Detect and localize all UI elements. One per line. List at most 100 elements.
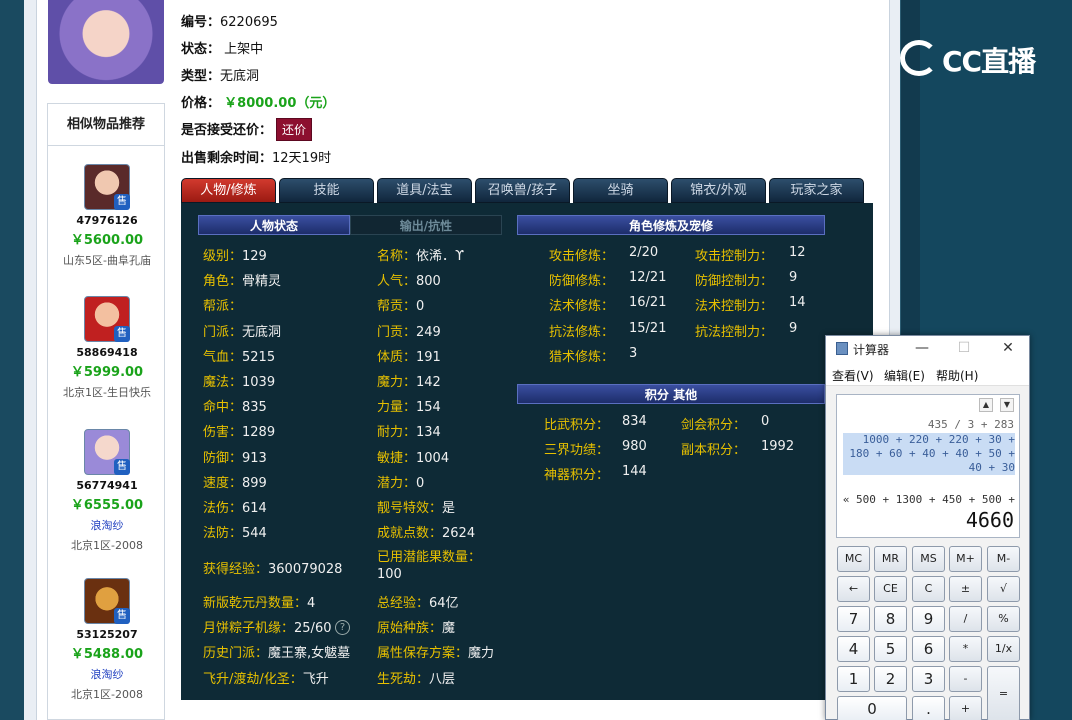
stat-row: 属性保存方案：魔力 bbox=[377, 642, 494, 661]
calc-key-mr[interactable]: MR bbox=[874, 546, 907, 572]
similar-item-thumbnail[interactable]: 售 bbox=[84, 164, 130, 210]
stat-row: 帮贡：0 bbox=[377, 295, 424, 314]
calc-key-9[interactable]: 9 bbox=[912, 606, 945, 632]
calc-key-clear[interactable]: C bbox=[912, 576, 945, 602]
stat-value: 64亿 bbox=[429, 596, 459, 611]
sale-badge: 售 bbox=[114, 608, 130, 624]
counter-offer-button[interactable]: 还价 bbox=[276, 118, 313, 141]
menu-view[interactable]: 查看(V) bbox=[832, 367, 874, 384]
help-icon[interactable]: ? bbox=[335, 620, 350, 635]
calc-key-4[interactable]: 4 bbox=[837, 636, 870, 662]
calc-key-7[interactable]: 7 bbox=[837, 606, 870, 632]
history-line: 435 / 3 + 283 bbox=[927, 418, 1014, 431]
stat-value: 249 bbox=[416, 324, 441, 340]
calc-key-5[interactable]: 5 bbox=[874, 636, 907, 662]
stat-row: 靓号特效：是 bbox=[377, 497, 455, 516]
close-button[interactable]: ✕ bbox=[996, 338, 1020, 358]
similar-item[interactable]: 售 58869418 ￥5999.00 北京1区-生日快乐 bbox=[48, 296, 166, 400]
similar-item[interactable]: 售 47976126 ￥5600.00 山东5区-曲阜孔庙 bbox=[48, 164, 166, 268]
tab-character[interactable]: 人物/修炼 bbox=[181, 178, 276, 203]
calc-key-divide[interactable]: / bbox=[949, 606, 982, 632]
similar-item-thumbnail[interactable]: 售 bbox=[84, 429, 130, 475]
calc-key-minus[interactable]: - bbox=[949, 666, 982, 692]
stat-row: 名称：依浠．ϒ bbox=[377, 245, 464, 264]
stat-row: 神器积分： 144 bbox=[544, 464, 647, 483]
stat-value: 魔 bbox=[442, 621, 456, 637]
stat-value: 依浠．ϒ bbox=[416, 249, 465, 264]
tab-mounts[interactable]: 坐骑 bbox=[573, 178, 668, 203]
stat-value: 1039 bbox=[242, 375, 276, 390]
stat-label: 级别： bbox=[203, 249, 243, 264]
stat-value: 1992 bbox=[761, 439, 795, 455]
stat-label: 靓号特效： bbox=[377, 501, 443, 516]
similar-item[interactable]: 售 53125207 ￥5488.00 浪淘纱 北京1区-2008 bbox=[48, 578, 166, 702]
stat-label: 攻击修炼： bbox=[549, 249, 615, 264]
stat-row: 门派：无底洞 bbox=[203, 321, 281, 340]
history-down-icon[interactable]: ▼ bbox=[1000, 398, 1014, 412]
stat-value: 800 bbox=[416, 274, 441, 290]
calc-key-reciprocal[interactable]: 1/x bbox=[987, 636, 1020, 662]
seller-name[interactable]: 浪淘纱 bbox=[48, 517, 166, 533]
resist-subtab[interactable]: 输出/抗性 bbox=[350, 215, 502, 235]
calc-key-backspace[interactable]: ← bbox=[837, 576, 870, 602]
tab-items[interactable]: 道具/法宝 bbox=[377, 178, 472, 203]
calc-key-1[interactable]: 1 bbox=[837, 666, 870, 692]
calc-key-3[interactable]: 3 bbox=[912, 666, 945, 692]
calculator-title: 计算器 bbox=[853, 343, 890, 357]
stat-value: 5215 bbox=[242, 349, 276, 365]
menu-help[interactable]: 帮助(H) bbox=[936, 367, 978, 384]
tab-outfits[interactable]: 锦衣/外观 bbox=[671, 178, 766, 203]
tab-skills[interactable]: 技能 bbox=[279, 178, 374, 203]
sale-badge: 售 bbox=[114, 459, 130, 475]
calc-key-plus-minus[interactable]: ± bbox=[949, 576, 982, 602]
stat-value: 骨精灵 bbox=[242, 274, 282, 290]
stat-label: 体质： bbox=[377, 349, 417, 365]
stat-label: 速度： bbox=[203, 475, 243, 491]
calc-key-m-minus[interactable]: M- bbox=[987, 546, 1020, 572]
stat-value: 835 bbox=[242, 400, 267, 416]
seller-name[interactable]: 浪淘纱 bbox=[48, 666, 166, 682]
calc-key-6[interactable]: 6 bbox=[912, 636, 945, 662]
calc-key-sqrt[interactable]: √ bbox=[987, 576, 1020, 602]
stat-label: 耐力： bbox=[377, 425, 417, 441]
stat-value: 无底洞 bbox=[242, 324, 282, 340]
similar-item-thumbnail[interactable]: 售 bbox=[84, 578, 130, 624]
calc-key-0[interactable]: 0 bbox=[837, 696, 907, 720]
calc-key-percent[interactable]: % bbox=[987, 606, 1020, 632]
minimize-button[interactable]: — bbox=[910, 338, 934, 358]
calc-key-ms[interactable]: MS bbox=[912, 546, 945, 572]
tab-home[interactable]: 玩家之家 bbox=[769, 178, 864, 203]
calc-key-ce[interactable]: CE bbox=[874, 576, 907, 602]
stat-value: 2624 bbox=[442, 526, 476, 542]
menu-edit[interactable]: 编辑(E) bbox=[884, 367, 925, 384]
maximize-button[interactable]: ☐ bbox=[952, 338, 976, 358]
item-id-row: 编号：6220695 bbox=[181, 15, 278, 30]
history-up-icon[interactable]: ▲ bbox=[979, 398, 993, 412]
calculator-titlebar[interactable]: 计算器 — ☐ ✕ bbox=[826, 336, 1029, 362]
calc-key-mc[interactable]: MC bbox=[837, 546, 870, 572]
similar-item-thumbnail[interactable]: 售 bbox=[84, 296, 130, 342]
stat-label: 门贡： bbox=[377, 324, 417, 340]
stat-row: 法防：544 bbox=[203, 522, 267, 541]
similar-item[interactable]: 售 56774941 ￥6555.00 浪淘纱 北京1区-2008 bbox=[48, 429, 166, 553]
stat-value: 144 bbox=[622, 464, 647, 480]
stat-label: 比武积分： bbox=[544, 418, 610, 433]
current-expression: « 500 + 1300 + 450 + 500 + bbox=[842, 493, 1015, 506]
calc-key-plus[interactable]: + bbox=[949, 696, 982, 720]
stat-value: 12/21 bbox=[629, 270, 667, 286]
stat-row: 法伤：614 bbox=[203, 497, 267, 516]
stat-row: 力量：154 bbox=[377, 396, 441, 415]
calc-key-m-plus[interactable]: M+ bbox=[949, 546, 982, 572]
calc-key-8[interactable]: 8 bbox=[874, 606, 907, 632]
status-subtab[interactable]: 人物状态 bbox=[198, 215, 350, 235]
calc-key-multiply[interactable]: * bbox=[949, 636, 982, 662]
tab-summons[interactable]: 召唤兽/孩子 bbox=[475, 178, 570, 203]
stat-row: 猎术修炼： 3 bbox=[549, 346, 637, 365]
calc-key-equals[interactable]: = bbox=[987, 666, 1020, 720]
calc-key-dot[interactable]: . bbox=[912, 696, 945, 720]
stat-row: 抗法修炼： 15/21 bbox=[549, 321, 666, 340]
stat-label: 人气： bbox=[377, 274, 417, 290]
calc-key-2[interactable]: 2 bbox=[874, 666, 907, 692]
stat-row: 潜力：0 bbox=[377, 472, 424, 491]
stat-row: 攻击修炼： 2/20 bbox=[549, 245, 658, 264]
